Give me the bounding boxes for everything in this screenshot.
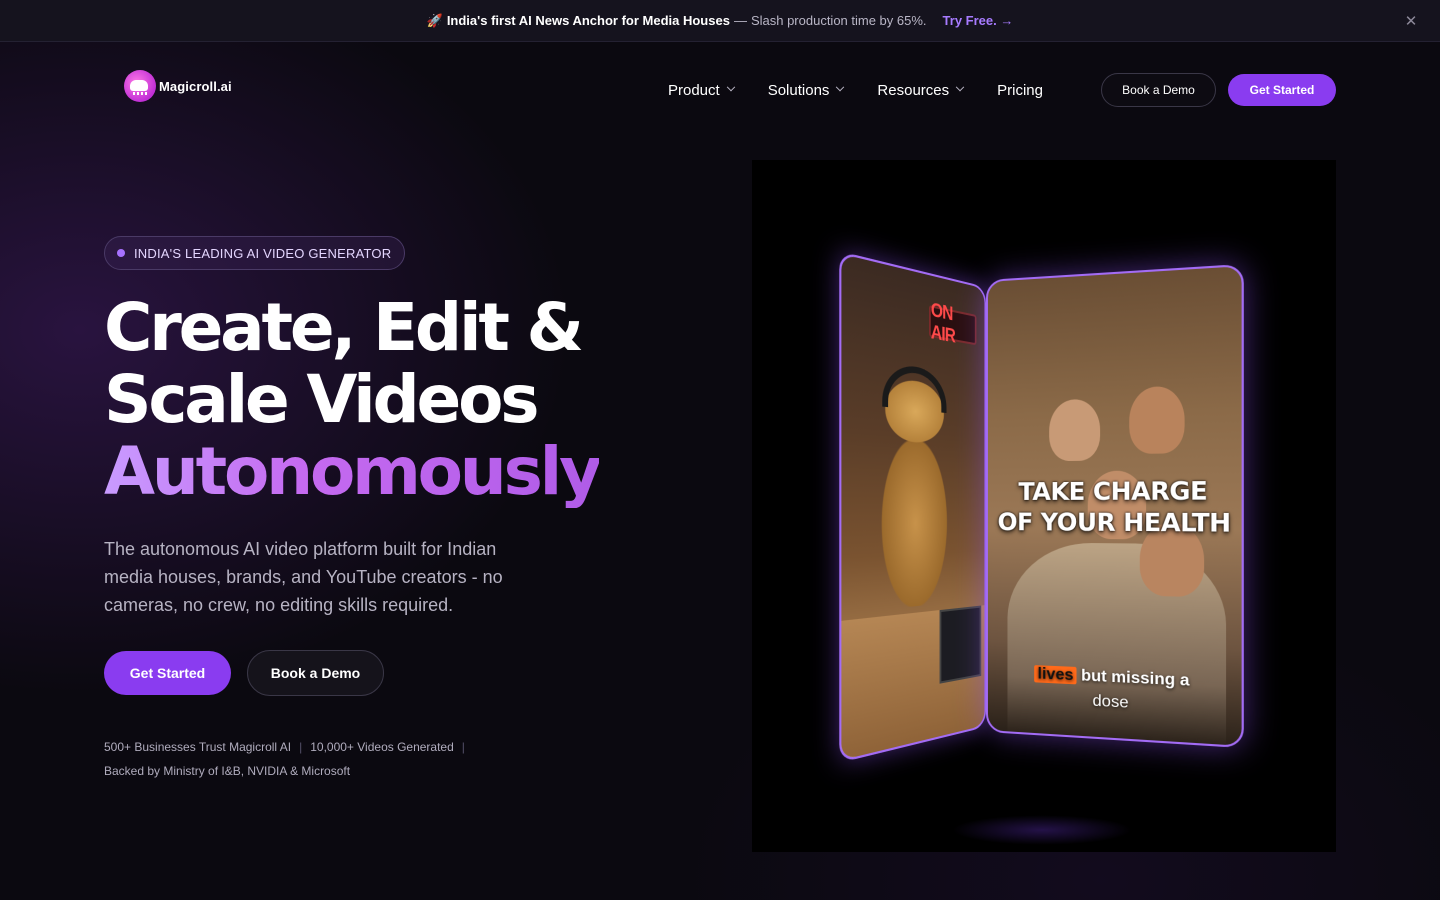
close-icon[interactable]: ✕ — [1402, 12, 1420, 30]
trust-item-videos: 10,000+ Videos Generated — [310, 740, 454, 754]
nav-get-started-button[interactable]: Get Started — [1228, 74, 1336, 106]
chevron-down-icon — [956, 83, 964, 91]
laptop-icon — [940, 606, 982, 684]
health-title-line-2: OF YOUR HEALTH — [998, 508, 1231, 538]
dot-icon — [117, 249, 125, 257]
nav-book-demo-button[interactable]: Book a Demo — [1101, 73, 1216, 107]
main-nav: Product Solutions Resources Pricing — [668, 78, 1043, 102]
announcement-dash: — — [734, 13, 747, 28]
brand-logo[interactable]: Magicroll.ai — [124, 70, 232, 102]
rocket-icon: 🚀 — [427, 13, 443, 29]
hero-video[interactable]: ON AIR TAKE CHARGE OF YOUR HEALTH lives … — [752, 160, 1336, 852]
on-air-sign: ON AIR — [929, 305, 976, 345]
trust-strip: 500+ Businesses Trust Magicroll AI | 10,00… — [104, 735, 504, 783]
trust-separator: | — [462, 740, 465, 754]
logo-icon — [124, 70, 156, 102]
nav-item-resources[interactable]: Resources — [877, 82, 963, 99]
nav-item-label: Product — [668, 82, 720, 99]
chevron-down-icon — [836, 83, 844, 91]
hero-subhead: The autonomous AI video platform built f… — [104, 535, 534, 619]
nav-item-label: Resources — [877, 82, 949, 99]
announcement-headline: India's first AI News Anchor for Media H… — [447, 13, 730, 28]
eyebrow-text: INDIA'S LEADING AI VIDEO GENERATOR — [134, 246, 391, 261]
person-image — [1129, 386, 1184, 454]
video-card-health: TAKE CHARGE OF YOUR HEALTH lives but mis… — [986, 264, 1244, 748]
trust-separator: | — [299, 740, 302, 754]
trust-item-backing: Backed by Ministry of I&B, NVIDIA & Micr… — [104, 764, 350, 778]
headline-accent: Autonomously — [104, 436, 599, 508]
nav-item-pricing[interactable]: Pricing — [997, 82, 1043, 99]
eyebrow-badge: INDIA'S LEADING AI VIDEO GENERATOR — [104, 236, 405, 270]
nav-item-label: Solutions — [768, 82, 830, 99]
nav-item-label: Pricing — [997, 82, 1043, 99]
headline-line-1: Create, Edit & — [104, 289, 581, 366]
hero-headline: Create, Edit & Scale Videos Autonomously — [104, 292, 599, 508]
health-card-title: TAKE CHARGE OF YOUR HEALTH — [988, 475, 1242, 539]
person-image — [1049, 399, 1100, 462]
caption-text: but missing a — [1081, 667, 1189, 690]
health-title-line-1: TAKE CHARGE — [1018, 476, 1207, 506]
glow-decoration — [952, 815, 1132, 845]
nav-item-product[interactable]: Product — [668, 82, 734, 99]
hero-get-started-button[interactable]: Get Started — [104, 651, 231, 695]
announcement-detail: Slash production time by 65%. — [751, 13, 927, 28]
headline-line-2: Scale Videos — [104, 361, 536, 438]
trust-item-businesses: 500+ Businesses Trust Magicroll AI — [104, 740, 291, 754]
video-card-podcast: ON AIR — [839, 251, 986, 763]
announcement-bar: 🚀 India's first AI News Anchor for Media… — [0, 0, 1440, 42]
chevron-down-icon — [726, 83, 734, 91]
try-free-link[interactable]: Try Free. → — [943, 13, 1014, 28]
hero-book-demo-button[interactable]: Book a Demo — [247, 650, 384, 696]
nav-item-solutions[interactable]: Solutions — [768, 82, 844, 99]
caption-highlight: lives — [1035, 665, 1077, 684]
brand-name: Magicroll.ai — [159, 79, 232, 94]
